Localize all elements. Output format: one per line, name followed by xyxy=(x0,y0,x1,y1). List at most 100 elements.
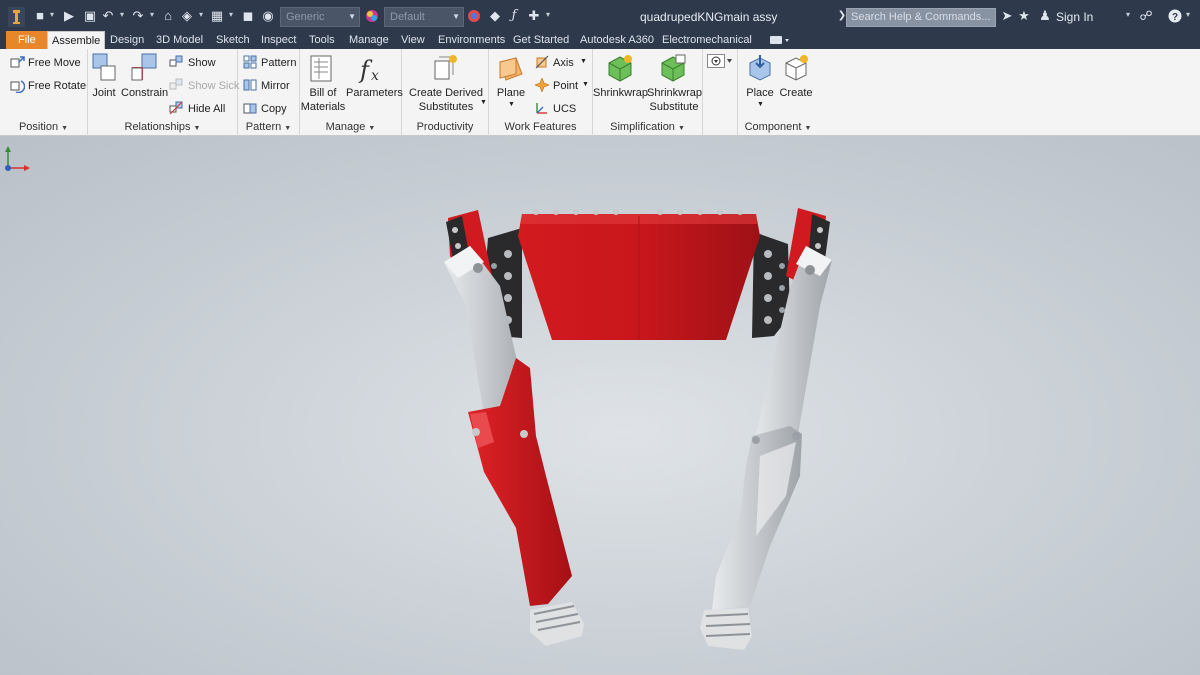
place-button[interactable]: Place xyxy=(742,86,778,100)
plane-icon xyxy=(499,57,523,81)
simplification-panel-label[interactable]: Simplification ▼ xyxy=(593,120,702,134)
tab-manage[interactable]: Manage xyxy=(347,31,391,49)
chevron-down-icon[interactable]: ▼ xyxy=(757,101,764,108)
parameters-button[interactable]: Parameters xyxy=(346,86,403,100)
work-features-panel-label[interactable]: Work Features xyxy=(489,120,592,134)
show-button[interactable]: Show xyxy=(188,57,216,70)
help-icon[interactable]: ? xyxy=(1168,9,1182,23)
user-icon[interactable]: ♟ xyxy=(1038,9,1052,23)
mirror-button[interactable]: Mirror xyxy=(261,80,290,93)
graphics-viewport[interactable] xyxy=(0,136,1200,675)
pattern-button[interactable]: Pattern xyxy=(261,57,296,70)
hide-all-button[interactable]: Hide All xyxy=(188,103,225,116)
ribbon-display-options-icon[interactable] xyxy=(770,35,792,46)
open-folder-icon[interactable]: ▶ xyxy=(62,9,76,23)
axis-button[interactable]: Axis xyxy=(553,57,574,70)
undo-icon[interactable]: ↶ xyxy=(101,9,115,23)
simplification-panel: Shrinkwrap Shrinkwrap Substitute Simplifi… xyxy=(593,49,703,136)
component-panel-label[interactable]: Component ▼ xyxy=(738,120,818,134)
tab-3d-model[interactable]: 3D Model xyxy=(154,31,205,49)
create-derived-substitutes-button[interactable]: Create Derived Substitutes xyxy=(404,86,488,114)
free-rotate-button[interactable]: Free Rotate xyxy=(28,80,86,93)
bom-label-line2: Materials xyxy=(300,101,346,113)
relationships-panel-label[interactable]: Relationships ▼ xyxy=(88,120,237,134)
update-icon[interactable]: ◈ xyxy=(180,9,194,23)
manage-panel-label[interactable]: Manage ▼ xyxy=(300,120,401,134)
tab-file[interactable]: File xyxy=(6,31,48,49)
select-filter-dropdown-icon[interactable] xyxy=(707,54,733,68)
tab-design[interactable]: Design xyxy=(108,31,146,49)
joint-button[interactable]: Joint xyxy=(92,86,116,100)
measure-icon[interactable]: ◼ xyxy=(241,9,255,23)
tab-view[interactable]: View xyxy=(399,31,427,49)
new-dropdown-icon[interactable]: ▾ xyxy=(50,10,54,19)
save-icon[interactable]: ▣ xyxy=(83,9,97,23)
appearance-combo[interactable]: Default ▼ xyxy=(384,7,464,27)
customize-dropdown-icon[interactable]: ▾ xyxy=(546,10,550,19)
new-file-icon[interactable]: ■ xyxy=(33,9,47,23)
copy-button[interactable]: Copy xyxy=(261,103,287,116)
tab-sketch[interactable]: Sketch xyxy=(214,31,252,49)
free-rotate-icon xyxy=(10,80,25,93)
cart-icon[interactable]: ☍ xyxy=(1139,9,1153,23)
search-binoculars-icon[interactable]: ➤ xyxy=(1000,9,1014,23)
inventor-logo-icon[interactable] xyxy=(8,7,25,27)
select-dropdown-icon[interactable]: ▾ xyxy=(229,10,233,19)
productivity-panel-label[interactable]: Productivity xyxy=(402,120,488,134)
favorites-star-icon[interactable]: ★ xyxy=(1017,9,1031,23)
relationships-panel: Joint Constrain Show Show Sick Hide All … xyxy=(88,49,239,136)
tab-electromechanical[interactable]: Electromechanical xyxy=(660,31,754,49)
create-derived-label-line1: Create Derived xyxy=(409,87,483,99)
sign-in-link[interactable]: Sign In xyxy=(1056,10,1093,24)
shrinkwrap-button[interactable]: Shrinkwrap xyxy=(593,86,648,100)
svg-text:?: ? xyxy=(1172,12,1178,23)
bill-of-materials-icon xyxy=(310,55,332,82)
view-options-panel xyxy=(703,49,738,136)
ucs-button[interactable]: UCS xyxy=(553,103,576,116)
show-constraints-icon xyxy=(169,55,183,67)
bill-of-materials-button[interactable]: Bill of Materials xyxy=(300,86,346,114)
material-combo[interactable]: Generic ▼ xyxy=(280,7,360,27)
globe-icon[interactable]: ◉ xyxy=(261,9,275,23)
hide-all-icon xyxy=(169,101,183,115)
tab-inspect[interactable]: Inspect xyxy=(259,31,298,49)
update-dropdown-icon[interactable]: ▾ xyxy=(199,10,203,19)
chevron-down-icon: ▼ xyxy=(368,125,376,132)
redo-dropdown-icon[interactable]: ▾ xyxy=(150,10,154,19)
work-features-panel: Plane ▼ Axis ▼ Point ▼ UCS Work Features xyxy=(489,49,593,136)
quadruped-robot-model[interactable] xyxy=(0,136,1200,675)
home-icon[interactable]: ⌂ xyxy=(161,9,175,23)
create-button[interactable]: Create xyxy=(776,86,816,100)
tab-autodesk-a360[interactable]: Autodesk A360 xyxy=(578,31,656,49)
position-panel-label[interactable]: Position ▼ xyxy=(0,120,87,134)
help-dropdown-icon[interactable]: ▾ xyxy=(1186,10,1190,19)
search-input[interactable]: Search Help & Commands... xyxy=(846,8,996,27)
plane-button[interactable]: Plane xyxy=(495,86,527,100)
point-button[interactable]: Point xyxy=(553,80,578,93)
undo-dropdown-icon[interactable]: ▾ xyxy=(120,10,124,19)
tab-environments[interactable]: Environments xyxy=(436,31,507,49)
tab-assemble[interactable]: Assemble xyxy=(47,31,106,50)
chevron-down-icon[interactable]: ▼ xyxy=(580,58,587,65)
account-dropdown-icon[interactable]: ▾ xyxy=(1126,10,1130,19)
constrain-button[interactable]: Constrain xyxy=(121,86,168,100)
right-lower-leg xyxy=(712,426,802,610)
show-sick-button[interactable]: Show Sick xyxy=(188,80,239,93)
select-icon[interactable]: ▦ xyxy=(210,9,224,23)
plus-icon[interactable]: ✚ xyxy=(527,9,541,23)
chevron-down-icon[interactable]: ▼ xyxy=(508,101,515,108)
appearance-override-icon[interactable] xyxy=(467,9,481,23)
pattern-panel-label[interactable]: Pattern ▼ xyxy=(238,120,299,134)
tab-tools[interactable]: Tools xyxy=(307,31,337,49)
chevron-down-icon[interactable]: ▼ xyxy=(480,99,487,106)
free-move-button[interactable]: Free Move xyxy=(28,57,81,70)
fx-parameters-icon[interactable]: ƒ xyxy=(507,9,521,23)
chevron-down-icon[interactable]: ▼ xyxy=(582,81,589,88)
create-derived-label-line2: Substitutes xyxy=(418,101,474,113)
redo-icon[interactable]: ↷ xyxy=(131,9,145,23)
shrinkwrap-substitute-button[interactable]: Shrinkwrap Substitute xyxy=(647,86,702,114)
tab-get-started[interactable]: Get Started xyxy=(511,31,571,49)
clear-appearance-icon[interactable]: ◆ xyxy=(488,9,502,23)
appearance-sphere-icon[interactable] xyxy=(365,9,379,23)
chevron-down-icon: ▼ xyxy=(284,125,292,132)
